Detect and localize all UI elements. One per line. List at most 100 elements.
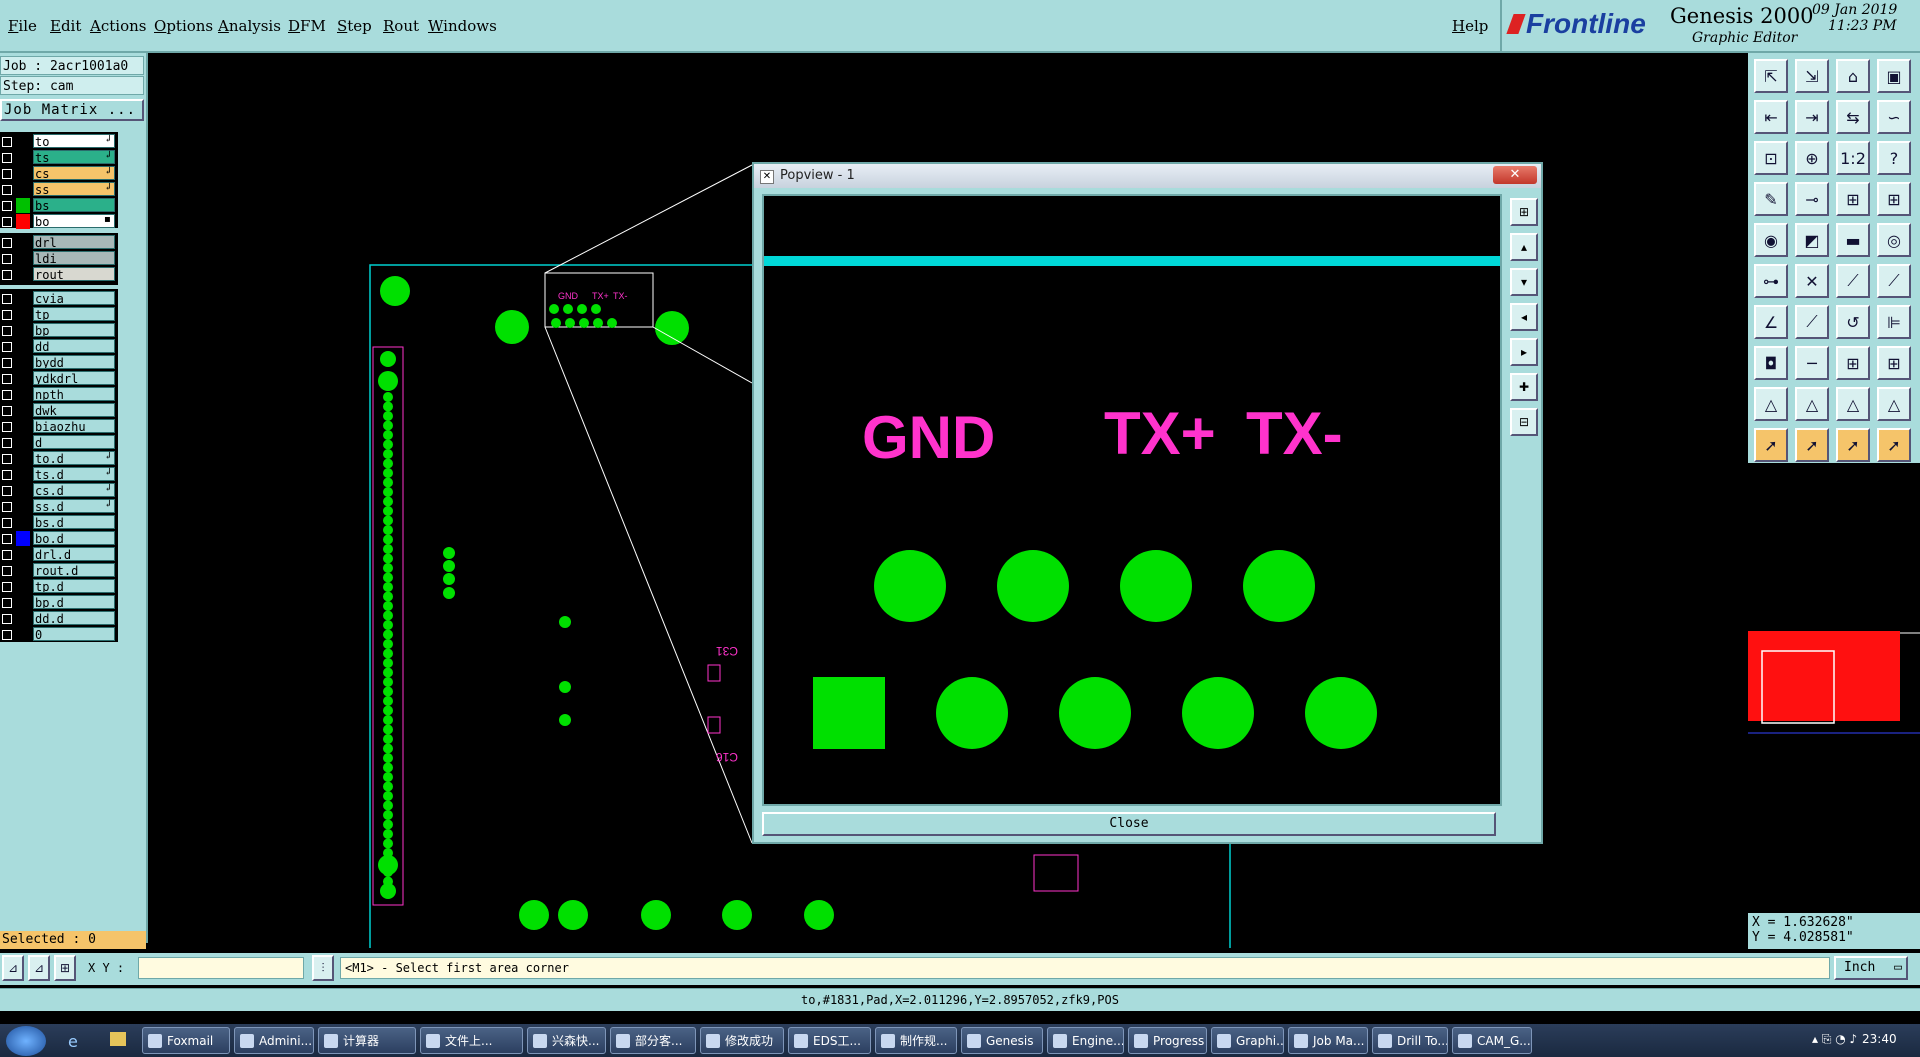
layer-name[interactable]: npth bbox=[33, 387, 115, 401]
layer-name[interactable]: dd.d bbox=[33, 611, 115, 625]
popview-window[interactable]: Popview - 1 ✕ ✕ GND TX+ TX- ⊞ ▴ ▾ ◂ ▸ ✚ … bbox=[752, 162, 1543, 844]
taskbar-item[interactable]: Engine... bbox=[1047, 1027, 1124, 1054]
taskbar-item[interactable]: CAM_G... bbox=[1452, 1027, 1532, 1054]
layer-name[interactable]: tp bbox=[33, 307, 115, 321]
layer-color-swatch[interactable] bbox=[16, 627, 30, 642]
layer-row[interactable]: to.d ↲ bbox=[0, 451, 118, 466]
layer-name[interactable]: rout bbox=[33, 267, 115, 281]
layer-name[interactable]: bp.d bbox=[33, 595, 115, 609]
layer-color-swatch[interactable] bbox=[16, 403, 30, 418]
layer-color-swatch[interactable] bbox=[16, 499, 30, 514]
layer-row[interactable]: npth bbox=[0, 387, 118, 402]
layer-name[interactable]: d bbox=[33, 435, 115, 449]
tray-icons[interactable]: ▴ ⎘ ◔ ♪ bbox=[1812, 1032, 1857, 1047]
layer-color-swatch[interactable] bbox=[16, 515, 30, 530]
layer-name[interactable]: cs bbox=[33, 166, 115, 180]
select-c-icon[interactable]: ➚ bbox=[1836, 428, 1870, 462]
layer-row[interactable]: 0 bbox=[0, 627, 118, 642]
help-icon[interactable]: ? bbox=[1877, 141, 1911, 175]
layer-color-swatch[interactable] bbox=[16, 451, 30, 466]
layer-name[interactable]: ldi bbox=[33, 251, 115, 265]
layer-name[interactable]: bo.d bbox=[33, 531, 115, 545]
arc-d-icon[interactable]: △ bbox=[1877, 387, 1911, 421]
popview-viewport[interactable]: GND TX+ TX- bbox=[762, 194, 1502, 806]
menu-step[interactable]: Step bbox=[337, 17, 372, 35]
layer-row[interactable]: bo.d bbox=[0, 531, 118, 546]
popview-tool-right[interactable]: ▸ bbox=[1510, 338, 1538, 366]
undo-icon[interactable]: ↺ bbox=[1836, 305, 1870, 339]
circle-tool-icon[interactable]: ◎ bbox=[1877, 223, 1911, 257]
layer-row[interactable]: to ↲ bbox=[0, 134, 118, 149]
layer-checkbox[interactable] bbox=[2, 342, 12, 352]
zoom-in-area-icon[interactable]: ⇲ bbox=[1795, 59, 1829, 93]
layer-row[interactable]: dd bbox=[0, 339, 118, 354]
layer-checkbox[interactable] bbox=[2, 598, 12, 608]
layer-checkbox[interactable] bbox=[2, 502, 12, 512]
taskbar-item[interactable]: Job Ma... bbox=[1288, 1027, 1368, 1054]
route-b-icon[interactable]: ⟋ bbox=[1877, 264, 1911, 298]
select-b-icon[interactable]: ➚ bbox=[1795, 428, 1829, 462]
measure-icon[interactable]: ✎ bbox=[1754, 182, 1788, 216]
layer-checkbox[interactable] bbox=[2, 438, 12, 448]
layer-row[interactable]: dd.d bbox=[0, 611, 118, 626]
layers-b-icon[interactable]: ⊞ bbox=[1877, 182, 1911, 216]
layer-row[interactable]: cvia bbox=[0, 291, 118, 306]
layer-name[interactable]: ydkdrl bbox=[33, 371, 115, 385]
layer-color-swatch[interactable] bbox=[16, 150, 30, 165]
layer-color-swatch[interactable] bbox=[16, 595, 30, 610]
layer-checkbox[interactable] bbox=[2, 238, 12, 248]
select-d-icon[interactable]: ➚ bbox=[1877, 428, 1911, 462]
layer-row[interactable]: rout bbox=[0, 267, 118, 282]
taskbar-item[interactable]: 计算器 bbox=[318, 1027, 416, 1054]
units-selector[interactable]: Inch ▭ bbox=[1834, 956, 1908, 980]
folder-icon[interactable] bbox=[110, 1032, 126, 1046]
menu-file[interactable]: File bbox=[8, 17, 37, 35]
layer-row[interactable]: bo ▪ bbox=[0, 214, 118, 229]
layer-row[interactable]: drl.d bbox=[0, 547, 118, 562]
layer-checkbox[interactable] bbox=[2, 294, 12, 304]
cross-icon[interactable]: ✕ bbox=[1795, 264, 1829, 298]
layer-row[interactable]: ss.d ↲ bbox=[0, 499, 118, 514]
layer-name[interactable]: to bbox=[33, 134, 115, 148]
layer-color-swatch[interactable] bbox=[16, 355, 30, 370]
layer-name[interactable]: ts bbox=[33, 150, 115, 164]
layer-checkbox[interactable] bbox=[2, 422, 12, 432]
layer-color-swatch[interactable] bbox=[16, 251, 30, 266]
menu-analysis[interactable]: Analysis bbox=[218, 17, 281, 35]
layer-color-swatch[interactable] bbox=[16, 387, 30, 402]
overview-map[interactable] bbox=[1748, 463, 1920, 913]
select-pad-icon[interactable]: ◘ bbox=[1754, 346, 1788, 380]
layer-color-swatch[interactable] bbox=[16, 467, 30, 482]
popview-tool-down[interactable]: ▾ bbox=[1510, 268, 1538, 296]
layer-color-swatch[interactable] bbox=[16, 371, 30, 386]
menu-edit[interactable]: Edit bbox=[50, 17, 81, 35]
layer-row[interactable]: tp.d bbox=[0, 579, 118, 594]
window-menu-icon[interactable]: ✕ bbox=[760, 170, 774, 184]
line-tool-icon[interactable]: ▬ bbox=[1836, 223, 1870, 257]
pan-left-icon[interactable]: ⇤ bbox=[1754, 100, 1788, 134]
layer-checkbox[interactable] bbox=[2, 217, 12, 227]
cursor-toggle-button[interactable]: ⫶ bbox=[312, 955, 334, 981]
layer-row[interactable]: ldi bbox=[0, 251, 118, 266]
layer-color-swatch[interactable] bbox=[16, 563, 30, 578]
layer-color-swatch[interactable] bbox=[16, 579, 30, 594]
layer-row[interactable]: cs.d ↲ bbox=[0, 483, 118, 498]
taskbar-item[interactable]: 修改成功 bbox=[700, 1027, 784, 1054]
menu-actions[interactable]: Actions bbox=[90, 17, 146, 35]
layer-color-swatch[interactable] bbox=[16, 291, 30, 306]
layers-a-icon[interactable]: ⊞ bbox=[1836, 182, 1870, 216]
layer-color-swatch[interactable] bbox=[16, 611, 30, 626]
layer-checkbox[interactable] bbox=[2, 550, 12, 560]
layer-name[interactable]: tp.d bbox=[33, 579, 115, 593]
layer-row[interactable]: ts ↲ bbox=[0, 150, 118, 165]
menu-dfm[interactable]: DFM bbox=[288, 17, 326, 35]
layer-row[interactable]: bp.d bbox=[0, 595, 118, 610]
layer-checkbox[interactable] bbox=[2, 326, 12, 336]
popview-tool-left[interactable]: ◂ bbox=[1510, 303, 1538, 331]
layer-name[interactable]: bo bbox=[33, 214, 115, 228]
layer-checkbox[interactable] bbox=[2, 454, 12, 464]
layer-color-swatch[interactable] bbox=[16, 531, 30, 546]
taskbar-item[interactable]: 兴森快... bbox=[527, 1027, 606, 1054]
layer-checkbox[interactable] bbox=[2, 566, 12, 576]
layer-checkbox[interactable] bbox=[2, 406, 12, 416]
